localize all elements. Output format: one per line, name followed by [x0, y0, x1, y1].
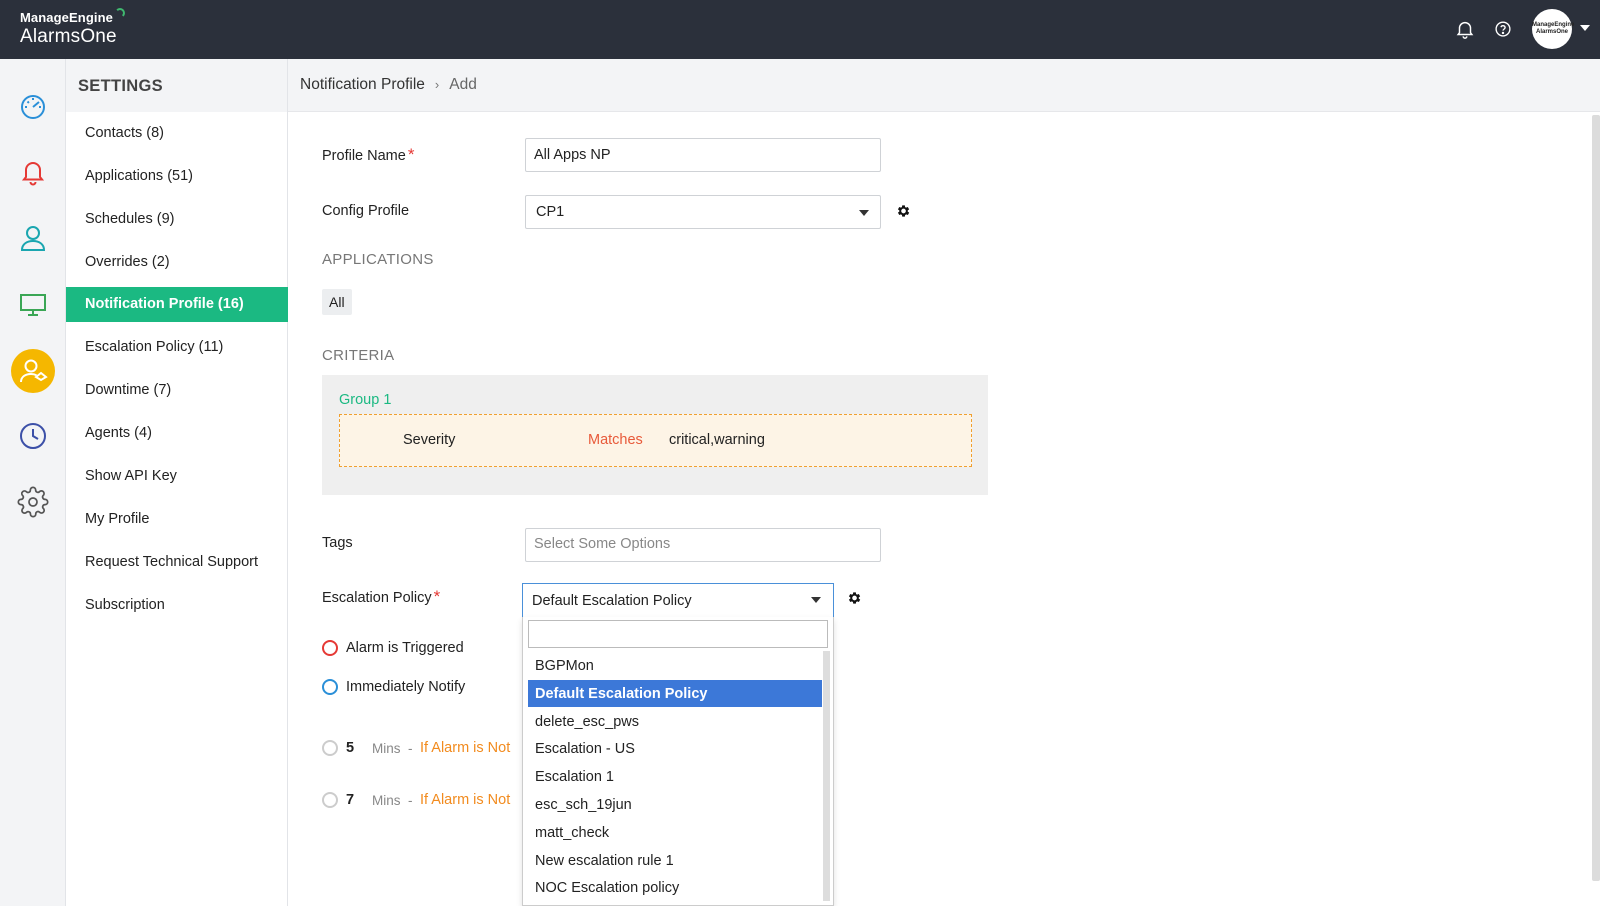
application-chip-all[interactable]: All	[322, 289, 352, 315]
brand-small-text: ManageEngine	[20, 10, 113, 25]
settings-sidebar: SETTINGS Contacts (8) Applications (51) …	[66, 59, 288, 906]
tags-input[interactable]: Select Some Options	[525, 528, 881, 562]
criteria-box: Group 1 Severity Matches critical,warnin…	[322, 375, 988, 495]
step-radio[interactable]	[322, 792, 338, 808]
alarm-triggered-label: Alarm is Triggered	[346, 640, 464, 656]
settings-item-my-profile[interactable]: My Profile	[66, 502, 288, 537]
dropdown-option[interactable]: esc_sch_19jun	[528, 791, 822, 818]
top-header: ManageEngine AlarmsOne ManageEngine Alar…	[0, 0, 1600, 59]
avatar-chevron-down-icon[interactable]	[1580, 25, 1590, 31]
config-profile-label: Config Profile	[322, 203, 410, 219]
step-condition[interactable]: If Alarm is Not	[420, 740, 510, 756]
step-minutes-value[interactable]: 7	[346, 792, 354, 808]
settings-item-applications[interactable]: Applications (51)	[66, 159, 288, 194]
brand-swirl-icon	[114, 8, 125, 18]
help-icon[interactable]	[1492, 18, 1514, 40]
user-avatar[interactable]: ManageEngine AlarmsOne	[1532, 9, 1574, 49]
config-profile-chevron-down-icon[interactable]	[859, 210, 869, 216]
settings-item-agents[interactable]: Agents (4)	[66, 416, 288, 451]
immediately-notify-label: Immediately Notify	[346, 679, 466, 695]
criteria-row[interactable]: Severity Matches critical,warning	[339, 414, 972, 467]
required-mark: *	[407, 145, 415, 164]
applications-section-title: APPLICATIONS	[322, 251, 434, 268]
profile-name-label: Profile Name *	[322, 145, 415, 164]
step-minutes-unit: Mins	[372, 741, 401, 756]
criteria-field: Severity	[403, 432, 456, 448]
settings-item-show-api-key[interactable]: Show API Key	[66, 459, 288, 494]
dropdown-option[interactable]: delete_esc_pws	[528, 708, 822, 735]
criteria-operator: Matches	[588, 432, 643, 448]
monitor-icon[interactable]	[13, 284, 53, 324]
config-profile-select[interactable]: CP1	[525, 195, 881, 229]
dropdown-option[interactable]: NOC Escalation policy	[528, 874, 822, 901]
user-settings-icon[interactable]	[11, 349, 55, 393]
settings-item-contacts[interactable]: Contacts (8)	[66, 116, 288, 151]
gear-icon[interactable]	[13, 482, 53, 522]
settings-item-subscription[interactable]: Subscription	[66, 588, 288, 623]
dropdown-option[interactable]: BGPMon	[528, 652, 822, 679]
settings-item-downtime[interactable]: Downtime (7)	[66, 373, 288, 408]
page-scrollbar[interactable]	[1592, 115, 1600, 881]
step-minutes-unit: Mins	[372, 793, 401, 808]
alarm-bell-icon[interactable]	[13, 152, 53, 192]
step-radio[interactable]	[322, 740, 338, 756]
breadcrumb: Notification Profile › Add	[288, 59, 1600, 112]
settings-item-escalation-policy[interactable]: Escalation Policy (11)	[66, 330, 288, 365]
settings-item-request-technical-support[interactable]: Request Technical Support	[66, 545, 288, 580]
group-title: Group 1	[339, 392, 392, 408]
escalation-policy-gear-icon[interactable]	[846, 590, 862, 606]
escalation-policy-chevron-down-icon[interactable]	[811, 597, 821, 603]
config-profile-gear-icon[interactable]	[895, 203, 911, 219]
tags-label: Tags	[322, 535, 353, 551]
settings-item-overrides[interactable]: Overrides (2)	[66, 245, 288, 280]
clock-icon[interactable]	[13, 416, 53, 456]
profile-name-input[interactable]: All Apps NP	[525, 138, 881, 172]
settings-item-notification-profile[interactable]: Notification Profile (16)	[66, 287, 288, 322]
escalation-policy-label: Escalation Policy *	[322, 587, 441, 606]
notifications-bell-icon[interactable]	[1454, 18, 1476, 40]
dropdown-option[interactable]: Escalation 1	[528, 763, 822, 790]
dropdown-search-input[interactable]	[528, 620, 828, 648]
step-condition[interactable]: If Alarm is Not	[420, 792, 510, 808]
breadcrumb-current: Add	[449, 76, 477, 93]
step-minutes-value[interactable]: 5	[346, 740, 354, 756]
brand-logo[interactable]: ManageEngine AlarmsOne	[20, 8, 125, 48]
criteria-section-title: CRITERIA	[322, 347, 395, 364]
escalation-policy-select[interactable]: Default Escalation Policy	[522, 583, 834, 618]
dropdown-scrollbar[interactable]	[823, 651, 830, 901]
required-mark: *	[433, 587, 441, 606]
dropdown-option-selected[interactable]: Default Escalation Policy	[528, 680, 822, 707]
step-dash: -	[408, 793, 413, 808]
dashboard-icon[interactable]	[13, 86, 53, 126]
criteria-value: critical,warning	[669, 432, 765, 448]
dropdown-option[interactable]: Escalation - US	[528, 735, 822, 762]
breadcrumb-parent[interactable]: Notification Profile	[300, 76, 425, 93]
immediately-notify-radio[interactable]	[322, 679, 338, 695]
dropdown-option[interactable]: matt_check	[528, 819, 822, 846]
escalation-policy-dropdown: BGPMon Default Escalation Policy delete_…	[522, 617, 834, 906]
breadcrumb-chevron-right-icon: ›	[434, 77, 440, 92]
user-icon[interactable]	[13, 218, 53, 258]
icon-rail	[0, 59, 66, 906]
dropdown-option[interactable]: New escalation rule 1	[528, 847, 822, 874]
brand-name: AlarmsOne	[20, 26, 117, 47]
settings-title: SETTINGS	[66, 59, 287, 112]
step-dash: -	[408, 741, 413, 756]
alarm-triggered-radio[interactable]	[322, 640, 338, 656]
settings-item-schedules[interactable]: Schedules (9)	[66, 202, 288, 237]
